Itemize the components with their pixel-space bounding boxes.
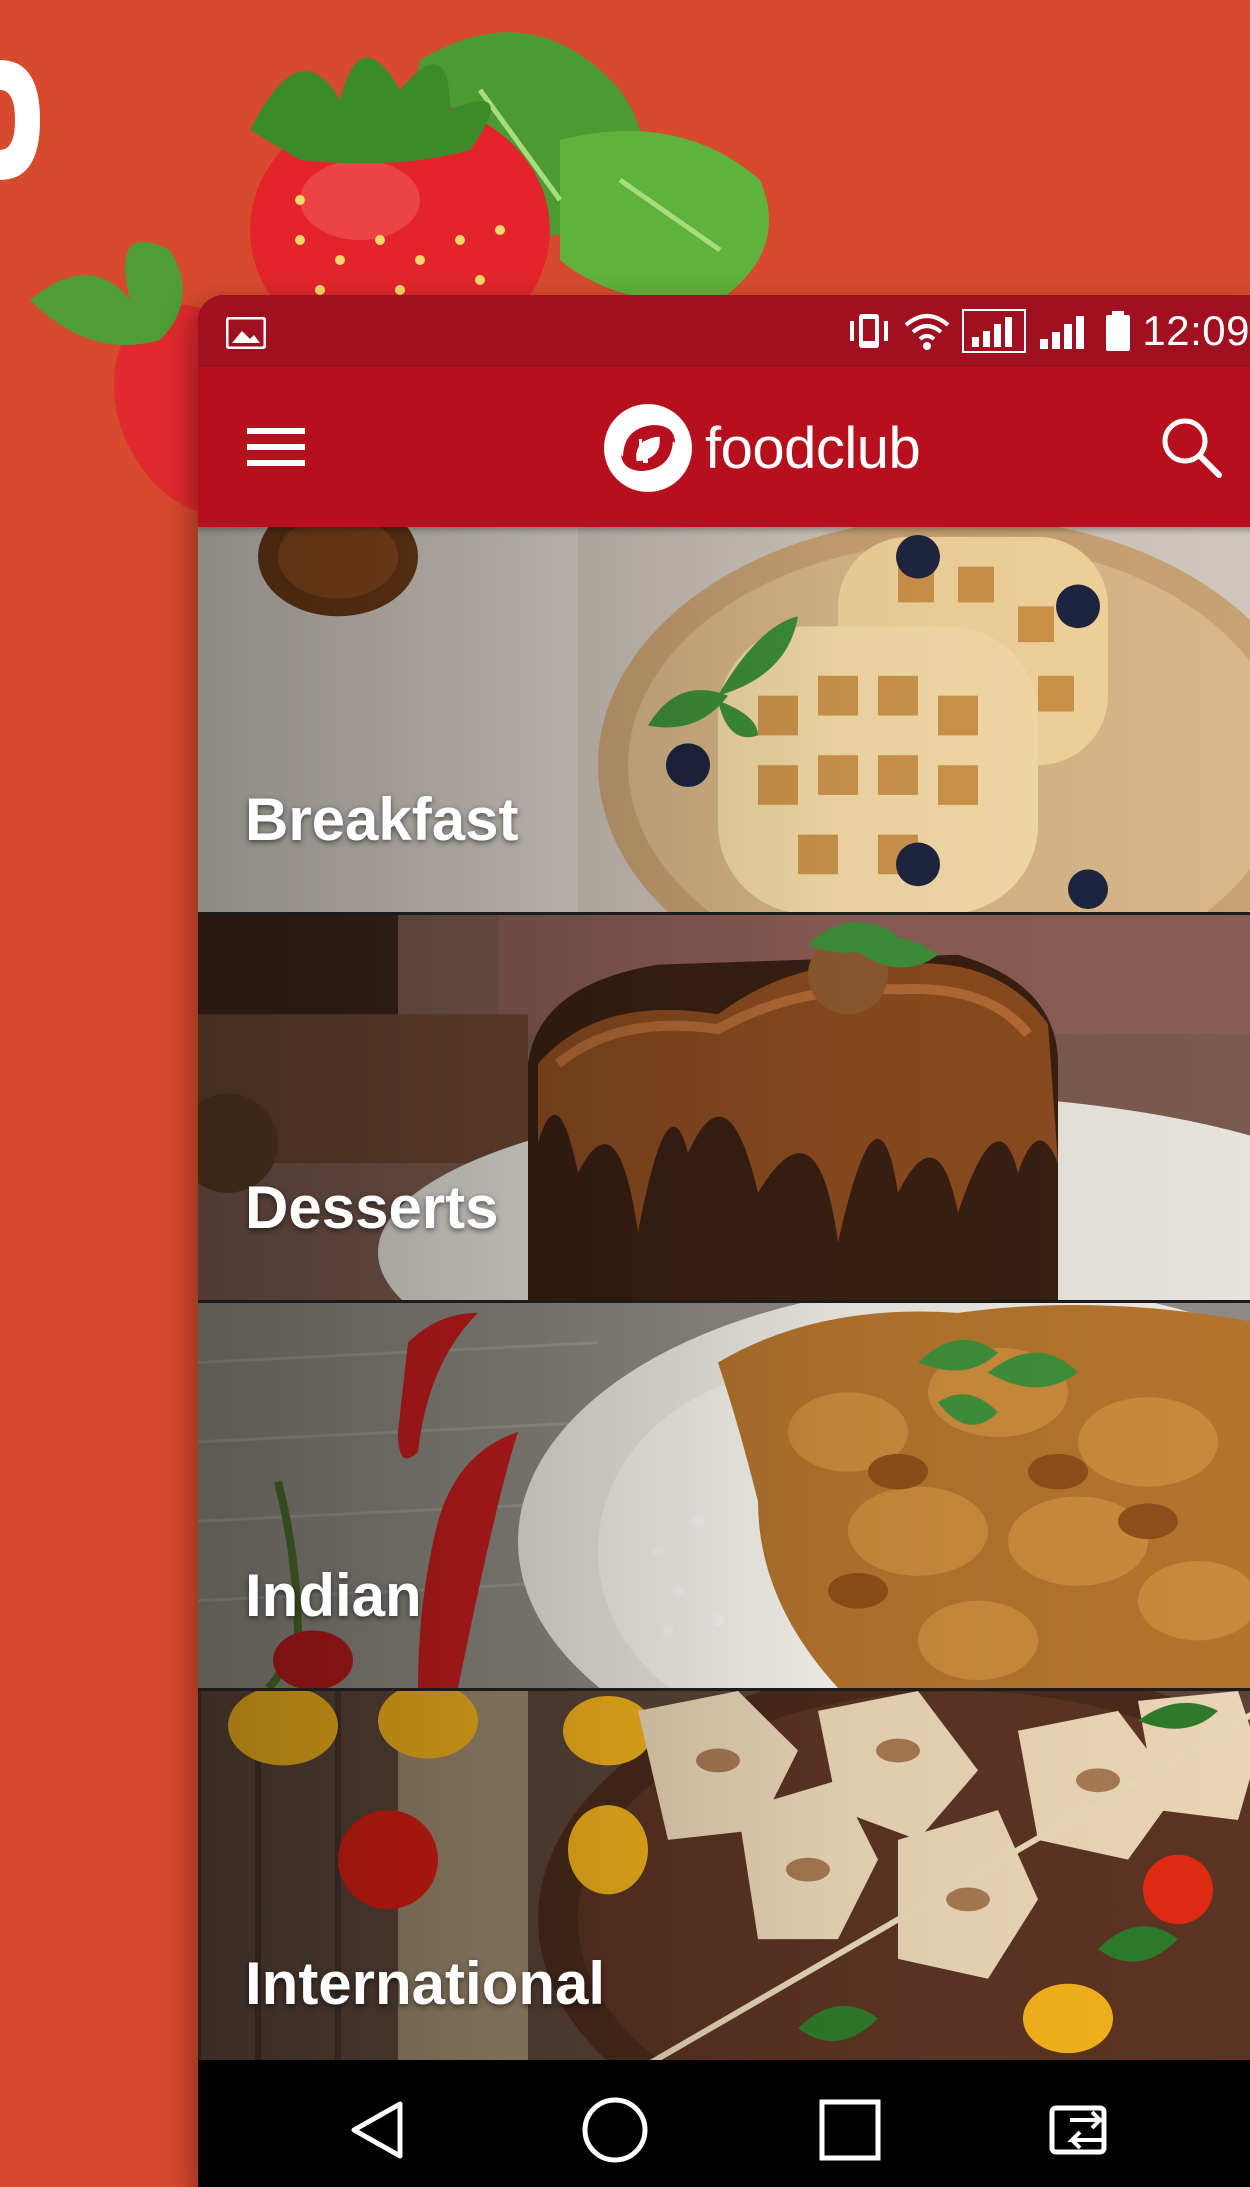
home-icon: [582, 2097, 648, 2163]
category-label: Indian: [245, 1562, 422, 1629]
category-list: Breakfast Desserts Indian International: [198, 527, 1250, 2079]
app-title: foodclub: [705, 415, 921, 481]
signal-icon: [1040, 316, 1085, 349]
category-label: International: [245, 1950, 606, 2017]
status-icons: 12:09: [846, 305, 1250, 357]
recents-button[interactable]: [810, 2090, 890, 2170]
search-icon: [1162, 418, 1222, 478]
recents-icon: [819, 2099, 881, 2161]
home-button[interactable]: [575, 2090, 655, 2170]
back-icon: [351, 2101, 403, 2159]
app-bar: foodclub: [198, 367, 1250, 527]
category-card-indian[interactable]: Indian: [198, 1303, 1250, 1691]
foodclub-logo-icon: [604, 404, 692, 492]
switch-sim-button[interactable]: [1046, 2090, 1126, 2170]
menu-button[interactable]: [244, 415, 308, 479]
back-button[interactable]: [338, 2090, 418, 2170]
vibrate-icon: [850, 314, 889, 348]
phone-screen: 12:09 foodclub Breakfast Desserts Indian…: [198, 295, 1250, 2187]
category-card-breakfast[interactable]: Breakfast: [198, 527, 1250, 915]
switch-sim-icon: [1049, 2105, 1107, 2155]
category-card-international[interactable]: International: [198, 1691, 1250, 2079]
signal-icon: [962, 309, 1027, 353]
category-label: Breakfast: [245, 786, 519, 853]
image-notification-icon: [226, 317, 266, 349]
category-label: Desserts: [245, 1174, 499, 1241]
search-button[interactable]: [1153, 409, 1229, 485]
status-time: 12:09: [1142, 307, 1250, 354]
brand-letter-fragment: [0, 60, 40, 180]
category-card-desserts[interactable]: Desserts: [198, 915, 1250, 1303]
battery-icon: [1106, 311, 1131, 351]
app-logo: foodclub: [603, 403, 921, 493]
system-navigation-bar: [198, 2060, 1250, 2187]
status-bar: 12:09: [198, 295, 1250, 367]
hamburger-menu-icon: [247, 428, 305, 466]
wifi-icon: [905, 314, 950, 350]
